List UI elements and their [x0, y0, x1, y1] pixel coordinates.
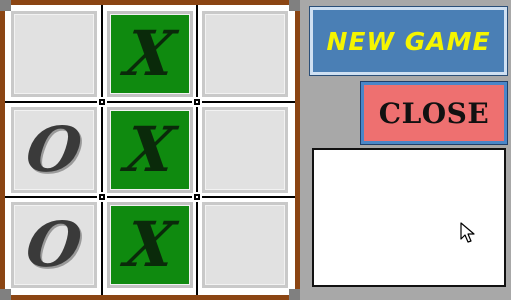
cell-mark: X: [120, 113, 180, 186]
board-cell[interactable]: X: [107, 11, 193, 97]
grid-joint: [192, 97, 202, 107]
cell-mark: O: [21, 113, 87, 186]
frame-corner: [289, 0, 300, 11]
close-button[interactable]: CLOSE: [360, 81, 508, 145]
close-label: CLOSE: [378, 96, 490, 130]
frame-corner: [0, 0, 11, 11]
board-cell[interactable]: O: [11, 202, 97, 288]
frame-top: [11, 0, 289, 5]
frame-corner: [289, 289, 300, 300]
grid-line: [5, 99, 295, 105]
frame-right: [295, 11, 300, 289]
grid-joint: [192, 192, 202, 202]
board-cell[interactable]: [202, 107, 288, 193]
frame-left: [0, 11, 5, 289]
cell-mark: O: [21, 208, 87, 281]
message-box: [312, 148, 506, 287]
cell-mark: X: [120, 208, 180, 281]
cell-mark: X: [120, 17, 180, 90]
board-cell[interactable]: O: [11, 107, 97, 193]
board-cell[interactable]: [202, 202, 288, 288]
game-board: X O X O X: [0, 0, 300, 300]
mouse-pointer-icon: [460, 222, 475, 243]
grid-joint: [97, 97, 107, 107]
board-cell[interactable]: [202, 11, 288, 97]
board-cell[interactable]: [11, 11, 97, 97]
frame-bottom: [11, 295, 289, 300]
grid-line: [99, 5, 105, 295]
grid-line: [5, 194, 295, 200]
frame-corner: [0, 289, 11, 300]
new-game-label: NEW GAME: [326, 26, 491, 56]
board-cell[interactable]: X: [107, 107, 193, 193]
grid-line: [194, 5, 200, 295]
board-cell[interactable]: X: [107, 202, 193, 288]
grid-joint: [97, 192, 107, 202]
new-game-button[interactable]: NEW GAME: [309, 6, 508, 76]
